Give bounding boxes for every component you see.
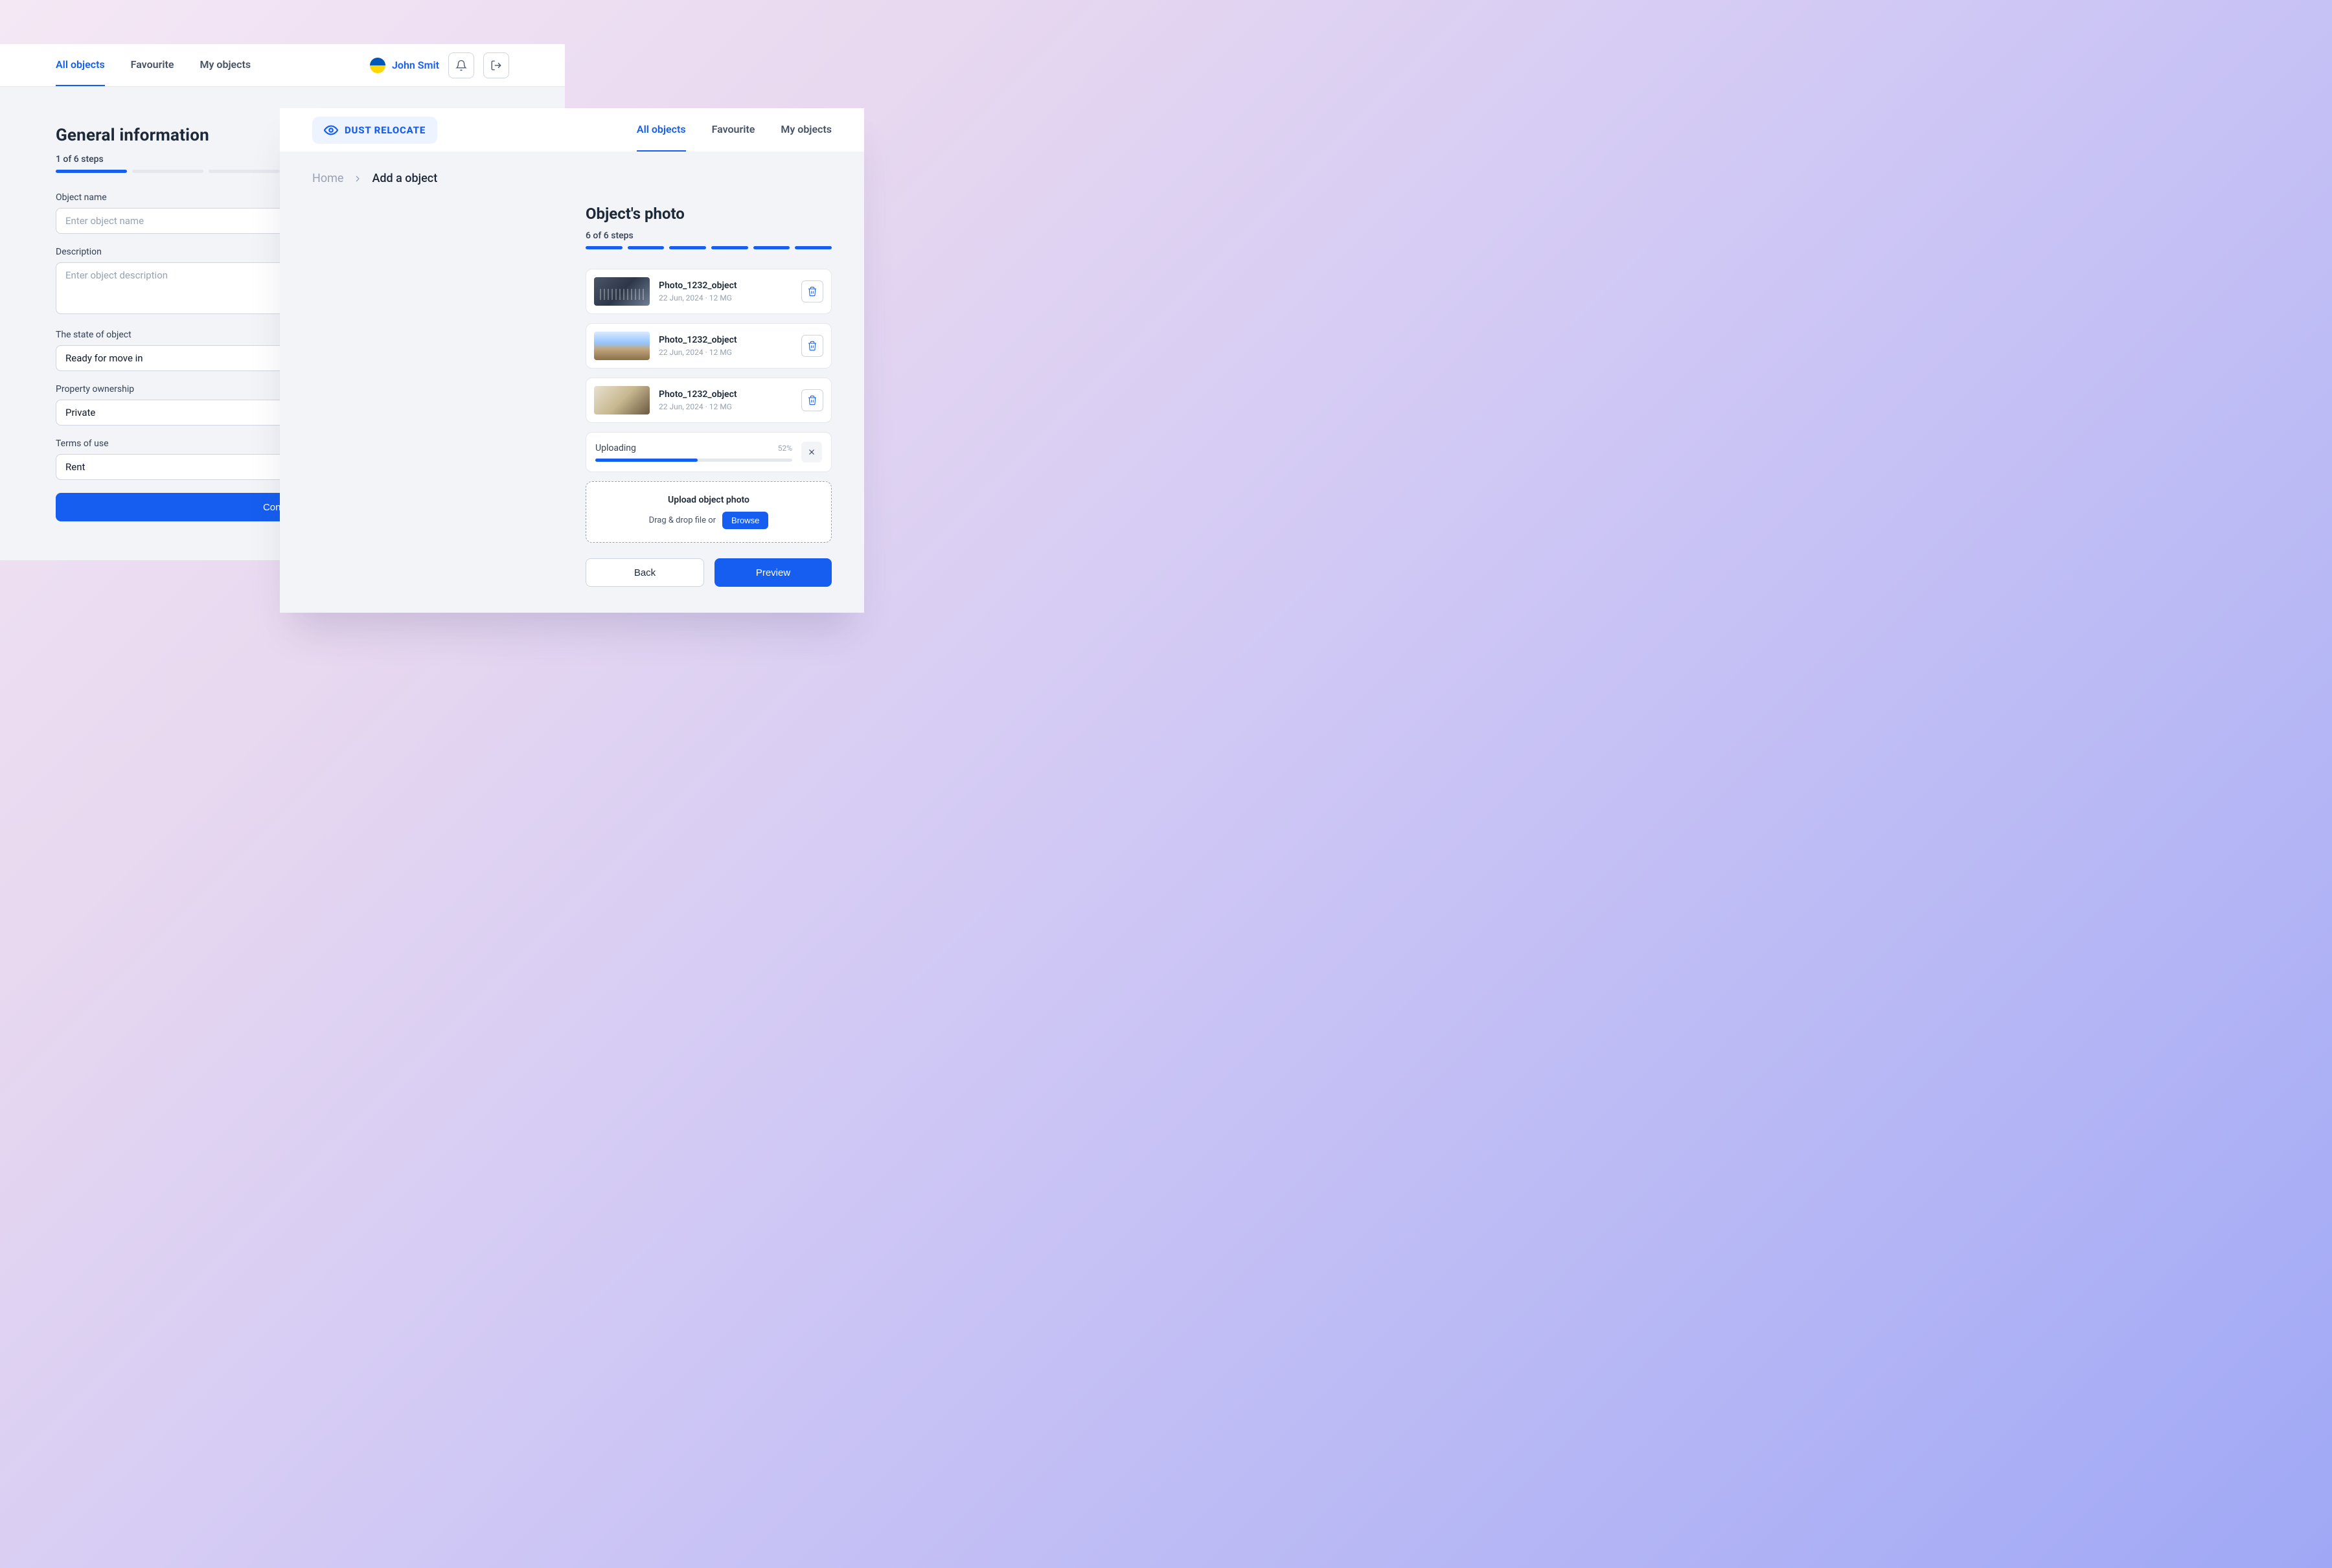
tab-favourite[interactable]: Favourite [131,44,174,86]
ownership-value: Private [65,407,95,418]
notifications-button[interactable] [448,52,474,78]
eye-logo-icon [324,123,338,137]
step-seg-2 [132,170,203,173]
dropzone-hint: Drag & drop file or [649,516,716,525]
right-body: Home Add a object Object's photo 6 of 6 … [280,152,864,613]
back-button[interactable]: Back [586,558,704,587]
trash-icon [807,286,817,297]
cancel-upload-button[interactable] [801,442,822,462]
step-seg-3 [209,170,280,173]
photo-name: Photo_1232_object [659,280,792,291]
step-seg-1 [56,170,127,173]
trash-icon [807,395,817,405]
photo-info: Photo_1232_object 22 Jun, 2024 · 12 MG [659,335,792,357]
photos-title: Object's photo [586,205,832,223]
pstep-2 [628,246,665,249]
nav-tabs-right: All objects Favourite My objects [637,108,832,152]
upload-label: Uploading [595,443,636,453]
photo-card: Photo_1232_object 22 Jun, 2024 · 12 MG [586,378,832,423]
browse-button[interactable]: Browse [722,512,768,529]
logout-button[interactable] [483,52,509,78]
trash-icon [807,341,817,351]
pstep-5 [753,246,790,249]
tab-favourite-r[interactable]: Favourite [712,108,755,152]
user-name: John Smit [392,59,439,71]
close-icon [807,448,816,457]
photo-thumbnail [594,386,650,415]
upload-body: Uploading 52% [595,443,792,462]
terms-value: Rent [65,461,85,473]
upload-progress-card: Uploading 52% [586,432,832,472]
upload-dropzone[interactable]: Upload object photo Drag & drop file or … [586,481,832,543]
photo-card: Photo_1232_object 22 Jun, 2024 · 12 MG [586,269,832,314]
photos-section: Object's photo 6 of 6 steps Photo_1232_o… [553,205,864,587]
top-nav-right: DUST RELOCATE All objects Favourite My o… [280,108,864,152]
photo-info: Photo_1232_object 22 Jun, 2024 · 12 MG [659,280,792,302]
photo-meta: 22 Jun, 2024 · 12 MG [659,293,792,302]
delete-photo-button[interactable] [801,335,823,357]
photo-name: Photo_1232_object [659,335,792,345]
logo[interactable]: DUST RELOCATE [312,117,437,144]
photo-thumbnail [594,277,650,306]
pstep-6 [795,246,832,249]
tab-all-objects[interactable]: All objects [56,44,105,86]
tab-my-objects-r[interactable]: My objects [781,108,832,152]
nav-right: John Smit [370,52,509,78]
delete-photo-button[interactable] [801,389,823,411]
photo-card: Photo_1232_object 22 Jun, 2024 · 12 MG [586,323,832,369]
photos-step-label: 6 of 6 steps [586,231,832,241]
dropzone-title: Upload object photo [599,495,818,505]
pstep-4 [711,246,748,249]
action-row: Back Preview [586,558,832,587]
breadcrumb-home[interactable]: Home [312,172,343,185]
upload-percent: 52% [778,444,792,453]
user-block[interactable]: John Smit [370,58,439,73]
upload-bar [595,459,792,462]
bell-icon [455,60,467,71]
tab-all-objects-r[interactable]: All objects [637,108,686,152]
breadcrumb: Home Add a object [280,152,864,205]
ukraine-flag-icon [370,58,385,73]
pstep-1 [586,246,623,249]
logo-text: DUST RELOCATE [345,124,426,136]
top-nav-left: All objects Favourite My objects John Sm… [0,44,565,87]
panel-object-photo: DUST RELOCATE All objects Favourite My o… [280,108,864,613]
preview-button[interactable]: Preview [714,558,832,587]
photos-step-progress [586,246,832,249]
logout-icon [490,60,502,71]
upload-row: Uploading 52% [595,443,792,453]
photo-thumbnail [594,332,650,360]
pstep-3 [669,246,706,249]
nav-tabs: All objects Favourite My objects [56,44,251,86]
breadcrumb-current: Add a object [372,172,437,185]
photo-name: Photo_1232_object [659,389,792,400]
state-value: Ready for move in [65,352,143,364]
photo-meta: 22 Jun, 2024 · 12 MG [659,402,792,411]
upload-fill [595,459,698,462]
tab-my-objects[interactable]: My objects [200,44,251,86]
dropzone-row: Drag & drop file or Browse [599,512,818,529]
photo-meta: 22 Jun, 2024 · 12 MG [659,348,792,357]
delete-photo-button[interactable] [801,280,823,302]
chevron-right-icon [352,174,363,184]
photo-info: Photo_1232_object 22 Jun, 2024 · 12 MG [659,389,792,411]
